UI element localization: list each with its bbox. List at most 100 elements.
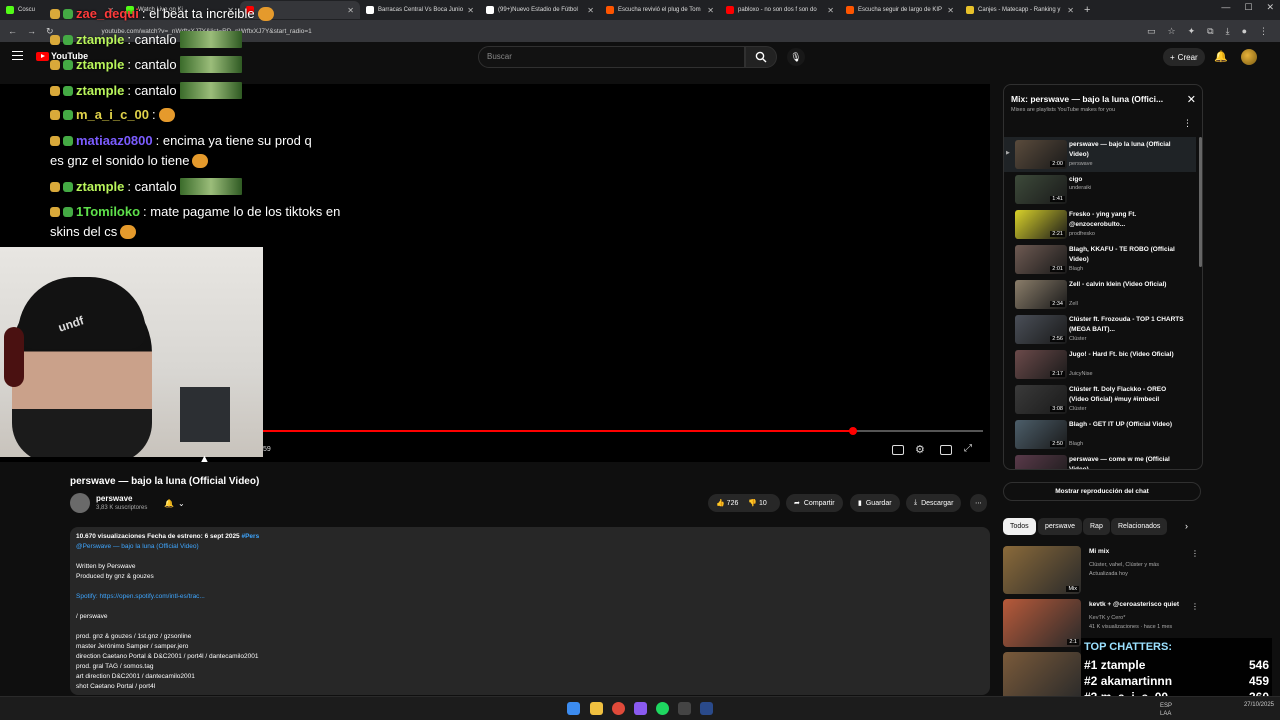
download-button[interactable]: ⤓ Descargar	[906, 494, 962, 512]
notifications-bell-icon[interactable]: 🔔	[1214, 50, 1228, 63]
mix-item[interactable]: 2:21 Fresko - ying yang Ft. @enzocerobult…	[1004, 207, 1196, 242]
browser-tab[interactable]: (99+)Nuevo Estadio de Fútbol ✕	[480, 1, 600, 19]
chat-message: 1Tomiloko: mate pagame lo de los tiktoks…	[50, 204, 340, 219]
app-icon[interactable]	[678, 702, 691, 715]
close-window-icon[interactable]: ✕	[1266, 2, 1274, 13]
system-clock[interactable]: 27/10/2025	[1244, 701, 1274, 709]
chat-message: ztample: cantalo	[50, 178, 242, 195]
mix-item[interactable]: 3:08 Clúster ft. Doly Flackko - OREO (Vid…	[1004, 382, 1196, 417]
user-avatar[interactable]	[1241, 49, 1257, 65]
obs-icon[interactable]	[634, 702, 647, 715]
tab-close-icon[interactable]: ✕	[707, 6, 714, 15]
chat-text: : el beat ta increible	[141, 6, 255, 21]
description-line[interactable]: @Perswave — bajo la luna (Official Video…	[76, 543, 199, 550]
keyboard-language[interactable]: ESP LAA	[1160, 703, 1172, 719]
new-tab-button[interactable]: +	[1084, 4, 1090, 16]
filter-chip[interactable]: Todos	[1003, 518, 1036, 535]
search-button[interactable]	[745, 46, 777, 68]
mix-item[interactable]: 2:01 Blagh, KKAFU - TE ROBO (Official Vid…	[1004, 242, 1196, 277]
filter-chip[interactable]: Rap	[1083, 518, 1110, 535]
channel-name[interactable]: perswave	[96, 494, 132, 503]
chat-badge-icon	[63, 206, 73, 217]
tab-close-icon[interactable]: ✕	[827, 6, 834, 15]
extension-icon[interactable]: ✦	[1188, 26, 1196, 37]
more-actions-button[interactable]: ⋯	[970, 494, 987, 512]
tab-favicon-icon	[966, 6, 974, 14]
forward-icon[interactable]: →	[27, 26, 36, 37]
browser-tab[interactable]: Escucha revivió el plug de Tom ✕	[600, 1, 720, 19]
tab-close-icon[interactable]: ✕	[347, 6, 354, 15]
steam-icon[interactable]	[700, 702, 713, 715]
windows-start-icon[interactable]	[567, 702, 580, 715]
share-button[interactable]: ➦ Compartir	[786, 494, 843, 512]
save-button[interactable]: ▮ Guardar	[850, 494, 900, 512]
mix-item[interactable]: perswave — come w me (Official Video)	[1004, 452, 1196, 469]
browser-tab[interactable]: Canjes - Matecapp - Ranking y ✕	[960, 1, 1080, 19]
browser-tab[interactable]: Barracas Central Vs Boca Junio ✕	[360, 1, 480, 19]
tab-close-icon[interactable]: ✕	[1067, 6, 1074, 15]
settings-gear-icon[interactable]: ⚙	[915, 443, 925, 456]
file-explorer-icon[interactable]	[590, 702, 603, 715]
mix-item-thumbnail: 2:00	[1015, 140, 1067, 169]
mix-item-title: Blagh - GET IT UP (Official Video)	[1069, 421, 1173, 428]
subtitles-icon[interactable]	[892, 445, 904, 455]
browser-menu-icon[interactable]: ⋮	[1259, 26, 1268, 37]
downloads-icon[interactable]: ⤓	[1226, 26, 1230, 37]
browser-tab[interactable]: Escucha seguir de largo de KIP ✕	[840, 1, 960, 19]
search-input[interactable]: Buscar	[478, 46, 745, 68]
tab-favicon-icon	[366, 6, 374, 14]
like-button[interactable]: 👍 726	[716, 499, 738, 507]
extensions-puzzle-icon[interactable]: ⧉	[1207, 26, 1213, 37]
more-vertical-icon[interactable]: ⋮	[1191, 602, 1199, 611]
mix-item[interactable]: 2:17 Jugo! - Hard Ft. bic (Video Oficial)…	[1004, 347, 1196, 382]
fullscreen-icon[interactable]: ⤢	[964, 443, 972, 454]
tab-close-icon[interactable]: ✕	[947, 6, 954, 15]
more-vertical-icon[interactable]: ⋮	[1191, 549, 1199, 558]
spotify-icon[interactable]	[656, 702, 669, 715]
like-dislike-group: 👍 726 👎 10	[708, 494, 780, 512]
mix-item-artist: perswave	[1069, 161, 1093, 167]
video-description[interactable]: 10.670 visualizaciones Fecha de estreno:…	[70, 527, 990, 695]
chat-badge-icon	[50, 8, 60, 19]
hamburger-menu-icon[interactable]	[12, 51, 23, 60]
filter-chip[interactable]: perswave	[1038, 518, 1082, 535]
maximize-icon[interactable]: ☐	[1244, 2, 1252, 13]
mix-item[interactable]: 2:50 Blagh - GET IT UP (Official Video) Bl…	[1004, 417, 1196, 452]
mix-scrollbar[interactable]	[1199, 137, 1202, 267]
description-line[interactable]: Spotify: https://open.spotify.com/intl-e…	[76, 593, 205, 600]
mix-item[interactable]: ▶ 2:00 perswave — bajo la luna (Official V…	[1004, 137, 1196, 172]
hashtag-link[interactable]: #Pers	[241, 533, 259, 540]
show-chat-replay-button[interactable]: Mostrar reproducción del chat	[1003, 482, 1201, 501]
chat-emote-icon	[179, 31, 242, 48]
recommendation-item[interactable]: Mix Mi mix Clúster, vahel, Clúster y más Ac…	[1003, 546, 1203, 596]
profile-icon[interactable]: ●	[1242, 26, 1247, 37]
chevron-right-icon[interactable]: ›	[1185, 521, 1188, 531]
minimize-icon[interactable]: —	[1221, 2, 1230, 13]
tab-close-icon[interactable]: ✕	[467, 6, 474, 15]
download-label: Descargar	[921, 499, 954, 507]
clock-date: 27/10/2025	[1243, 702, 1274, 708]
mix-item[interactable]: 2:56 Clúster ft. Frozouda - TOP 1 CHARTS …	[1004, 312, 1196, 347]
dislike-button[interactable]: 👎 10	[748, 499, 766, 507]
miniplayer-icon[interactable]	[940, 445, 952, 455]
bookmark-star-icon[interactable]: ☆	[1168, 26, 1176, 37]
chevron-down-icon: ⌄	[177, 499, 185, 508]
webcam-background-object	[180, 387, 230, 442]
voice-search-button[interactable]: 🎙	[787, 48, 805, 66]
mix-item[interactable]: 1:41 cigo underaiki	[1004, 172, 1196, 207]
filter-chip[interactable]: Relacionados	[1111, 518, 1168, 535]
subscription-bell-button[interactable]: 🔔 ⌄	[164, 495, 196, 512]
more-vertical-icon[interactable]: ⋮	[1183, 118, 1192, 129]
mix-title[interactable]: Mix: perswave — bajo la luna (Offici...	[1011, 94, 1181, 104]
cast-icon[interactable]: ▭	[1147, 26, 1156, 37]
back-icon[interactable]: ←	[8, 26, 17, 37]
description-line: Written by Perswave	[76, 563, 136, 570]
mix-item[interactable]: 2:34 Zell - calvin klein (Video Oficial) Z…	[1004, 277, 1196, 312]
channel-avatar[interactable]	[70, 493, 90, 513]
create-button[interactable]: + Crear	[1163, 48, 1205, 66]
tab-close-icon[interactable]: ✕	[587, 6, 594, 15]
chrome-icon[interactable]	[612, 702, 625, 715]
chatter-name: ztample	[1100, 658, 1146, 672]
close-icon[interactable]: ✕	[1187, 93, 1196, 106]
browser-tab[interactable]: pabloxo - no son dos f son do ✕	[720, 1, 840, 19]
